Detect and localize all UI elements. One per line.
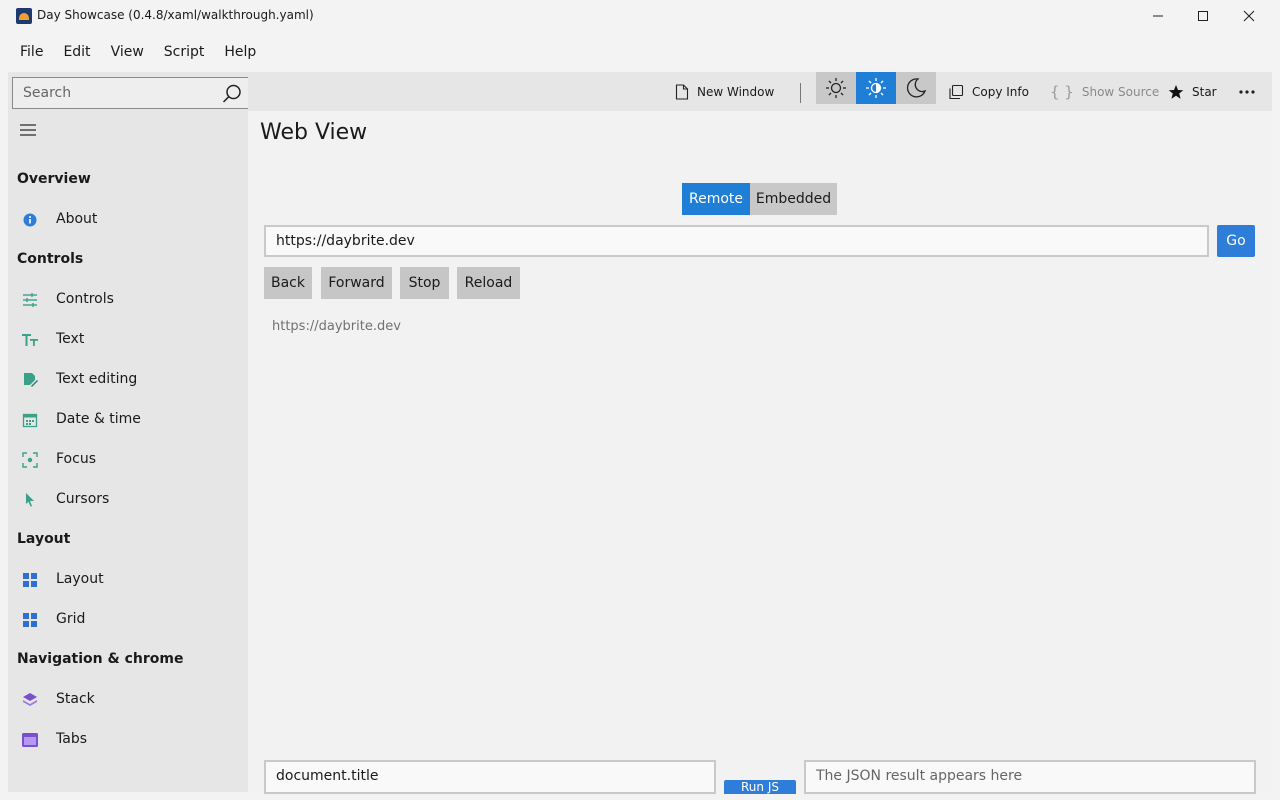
sidebar-item-cursors[interactable]: Cursors [8,480,248,520]
half-sun-icon [866,78,886,98]
sidebar: Overview About Controls Controls Text Te… [8,72,251,792]
new-window-button[interactable]: New Window [675,72,774,111]
grid-icon [23,613,37,627]
moon-icon [906,78,927,98]
sidebar-item-tabs[interactable]: Tabs [8,720,248,760]
result-output: The JSON result appears here [804,760,1256,794]
sidebar-item-controls[interactable]: Controls [8,280,248,320]
search-icon[interactable] [222,84,242,104]
sidebar-item-label: Cursors [56,491,110,507]
menu-help[interactable]: Help [214,36,266,68]
sidebar-item-focus[interactable]: Focus [8,440,248,480]
sidebar-item-label: Date & time [56,411,141,427]
sidebar-item-layout[interactable]: Layout [8,560,248,600]
nav-section-layout: Layout [17,531,71,547]
nav-section-overview: Overview [17,171,91,187]
more-options-button[interactable] [1238,72,1256,111]
sidebar-item-label: Text [56,331,85,347]
title-bar: Day Showcase (0.4.8/xaml/walkthrough.yam… [0,0,1280,32]
go-button[interactable]: Go [1217,225,1255,257]
dark-theme-button[interactable] [896,72,936,104]
nav-section-controls: Controls [17,251,84,267]
run-script-button[interactable]: Run JS [724,780,796,794]
sidebar-item-date-time[interactable]: Date & time [8,400,248,440]
more-icon [1239,89,1255,94]
auto-theme-button[interactable] [856,72,896,104]
sidebar-item-label: Grid [56,611,86,627]
script-input[interactable]: document.title [264,760,716,794]
app-logo-icon [16,8,32,24]
sliders-icon [23,293,37,307]
tabs-icon [22,733,38,747]
sidebar-item-label: Tabs [56,731,87,747]
reload-button[interactable]: Reload [457,267,520,299]
search-input[interactable] [13,78,213,108]
menu-file[interactable]: File [10,36,53,68]
tab-embedded[interactable]: Embedded [750,183,837,215]
page-title: Web View [260,120,368,145]
sidebar-item-grid[interactable]: Grid [8,600,248,640]
calendar-icon [22,413,38,428]
menu-bar: File Edit View Script Help [10,36,266,68]
braces-icon: { } [1050,82,1074,101]
current-url-label: https://daybrite.dev [272,319,401,334]
text-icon [22,334,38,346]
sidebar-item-label: Stack [56,691,95,707]
window-title: Day Showcase (0.4.8/xaml/walkthrough.yam… [37,8,314,22]
sidebar-item-label: Layout [56,571,104,587]
minimize-icon [1153,15,1163,17]
edit-icon [24,373,38,387]
stack-icon [23,693,37,706]
toolbar-separator [800,83,801,103]
sidebar-item-stack[interactable]: Stack [8,680,248,720]
maximize-icon [1198,11,1208,21]
menu-script[interactable]: Script [154,36,215,68]
menu-view[interactable]: View [101,36,154,68]
run-script-label: Run JS [741,780,779,794]
back-button[interactable]: Back [264,267,312,299]
copy-icon [949,84,964,99]
close-button[interactable] [1226,0,1272,32]
app-frame: Overview About Controls Controls Text Te… [8,72,1272,794]
sidebar-item-text[interactable]: Text [8,320,248,360]
info-icon [23,213,37,227]
maximize-button[interactable] [1180,0,1226,32]
minimize-button[interactable] [1135,0,1181,32]
layout-icon [23,573,37,587]
url-input[interactable]: https://daybrite.dev [264,225,1209,257]
sidebar-item-about[interactable]: About [8,200,248,240]
light-theme-button[interactable] [816,72,856,104]
document-icon [675,83,689,100]
sidebar-item-text-editing[interactable]: Text editing [8,360,248,400]
stop-button[interactable]: Stop [400,267,449,299]
sidebar-item-label: Text editing [56,371,138,387]
sidebar-item-label: Focus [56,451,96,467]
star-icon [1168,84,1184,99]
cursor-icon [26,493,34,507]
sidebar-item-label: About [56,211,98,227]
tab-remote[interactable]: Remote [682,183,750,215]
close-icon [1243,10,1255,22]
sidebar-item-label: Controls [56,291,114,307]
copy-info-button[interactable]: Copy Info [948,72,1029,111]
focus-icon [22,452,38,468]
command-bar: New Window Copy Info { } Show Source Sta… [248,72,1272,111]
hamburger-menu-icon[interactable] [18,122,38,138]
show-source-button[interactable]: { } Show Source [1050,72,1159,111]
nav-section-navigation-chrome: Navigation & chrome [17,651,184,667]
sun-icon [826,78,846,98]
forward-button[interactable]: Forward [321,267,392,299]
star-button[interactable]: Star [1168,72,1217,111]
search-box [12,77,251,109]
menu-edit[interactable]: Edit [53,36,100,68]
